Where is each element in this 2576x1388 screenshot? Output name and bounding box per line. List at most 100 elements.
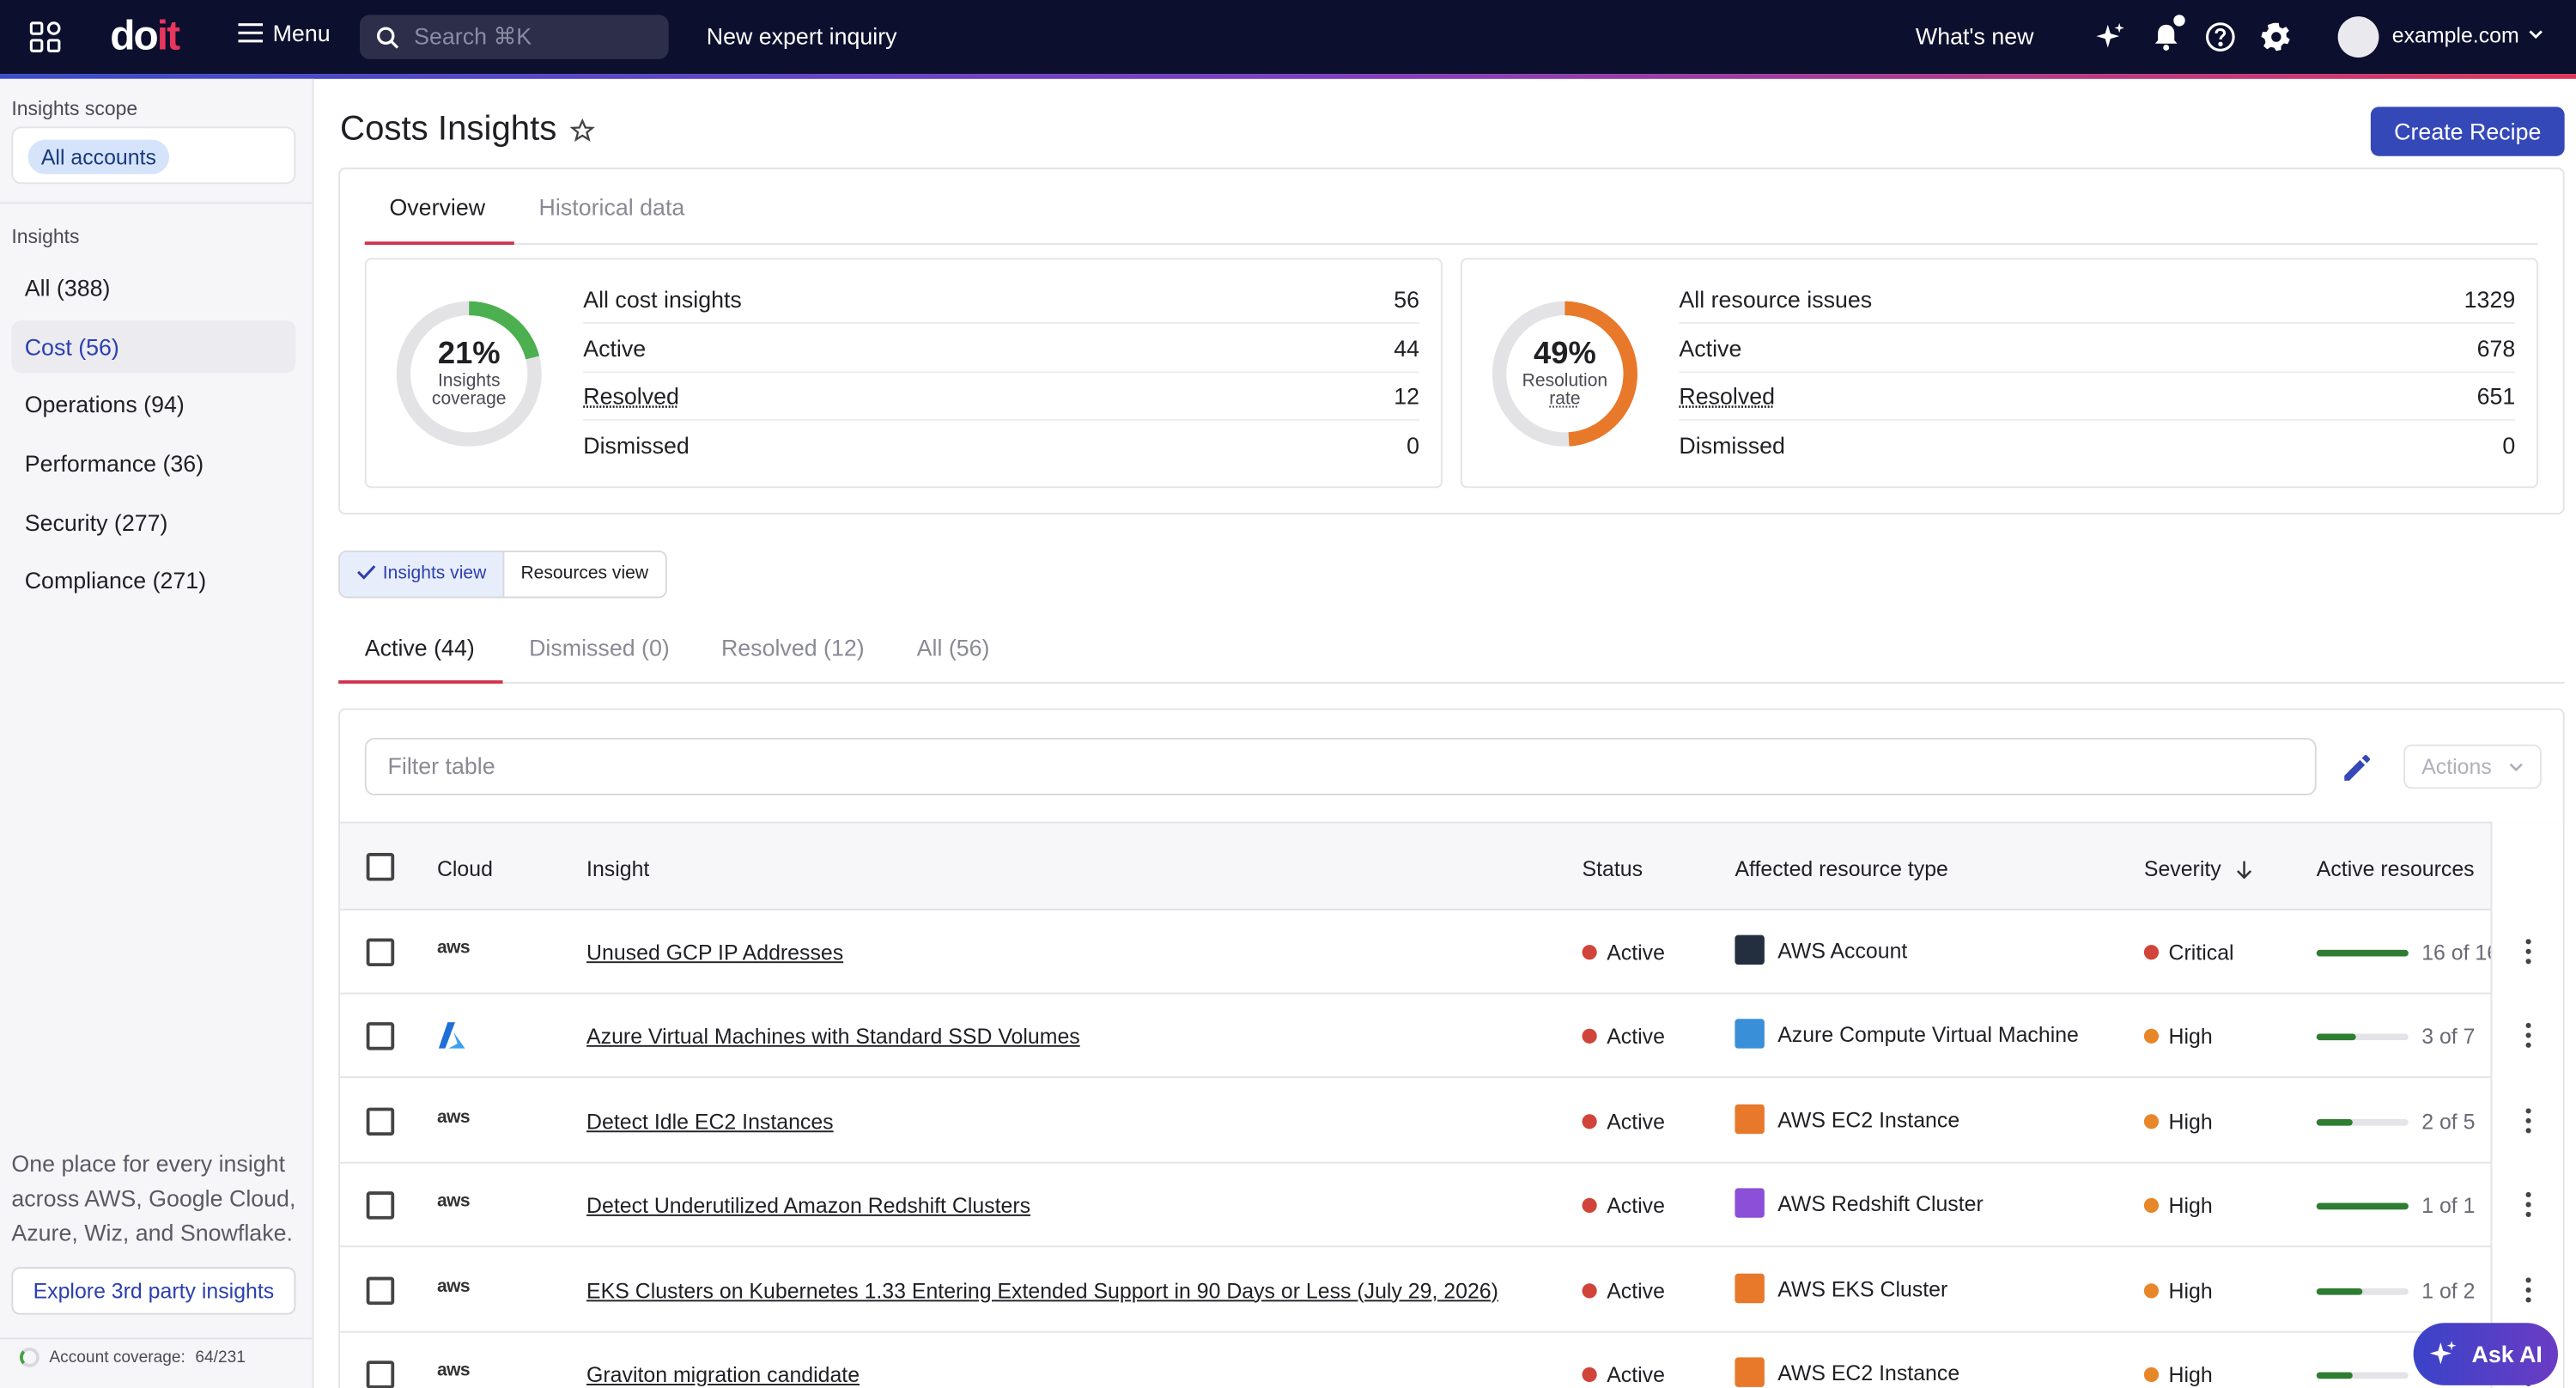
- tab-active[interactable]: Active (44): [365, 635, 475, 661]
- insights-table-card: Filter table Actions Cloud Insight Statu…: [338, 709, 2565, 1388]
- col-cloud[interactable]: Cloud: [437, 856, 493, 881]
- stat-row: All resource issues 1329: [1679, 276, 2515, 323]
- tab-resolved[interactable]: Resolved (12): [721, 635, 865, 661]
- sparkle-icon[interactable]: [2094, 21, 2125, 52]
- insights-view-button[interactable]: Insights view: [340, 552, 504, 597]
- help-icon[interactable]: [2205, 21, 2236, 52]
- row-checkbox[interactable]: [367, 1023, 395, 1051]
- ec2-icon: [1735, 1357, 1764, 1386]
- stat-row: All cost insights 56: [583, 276, 1419, 323]
- azure-logo-icon: [437, 1021, 466, 1050]
- new-expert-inquiry-link[interactable]: New expert inquiry: [707, 23, 897, 50]
- ec2-icon: [1735, 1104, 1764, 1133]
- resource-type-cell: AWS EKS Cluster: [1735, 1273, 1947, 1302]
- row-checkbox[interactable]: [367, 1361, 395, 1388]
- actions-dropdown[interactable]: Actions: [2403, 745, 2542, 789]
- cloud-cell: [437, 1021, 466, 1056]
- row-checkbox[interactable]: [367, 1276, 395, 1305]
- table-row[interactable]: Azure Virtual Machines with Standard SSD…: [340, 995, 2565, 1079]
- active-resources-bar: [2317, 1119, 2409, 1126]
- table-row[interactable]: aws Unused GCP IP Addresses Active AWS Acco…: [340, 910, 2565, 995]
- coverage-value: 64/231: [195, 1348, 246, 1367]
- topbar-accent-stripe: [0, 74, 2576, 79]
- apps-grid-icon[interactable]: [29, 21, 60, 52]
- insight-link[interactable]: Detect Idle EC2 Instances: [586, 1109, 834, 1134]
- sidebar-item-operations[interactable]: Operations (94): [11, 378, 295, 430]
- insight-link[interactable]: Azure Virtual Machines with Standard SSD…: [586, 1025, 1080, 1050]
- tab-dismissed[interactable]: Dismissed (0): [529, 635, 670, 661]
- create-recipe-button[interactable]: Create Recipe: [2371, 107, 2565, 155]
- search-icon: [376, 26, 399, 49]
- insights-scope-selector[interactable]: All accounts: [11, 126, 295, 184]
- status-dot: [1583, 1283, 1597, 1298]
- cloud-cell: aws: [437, 1355, 470, 1380]
- stat-value: 44: [1394, 335, 1419, 362]
- insight-link[interactable]: Unused GCP IP Addresses: [586, 940, 843, 965]
- insight-link[interactable]: EKS Clusters on Kubernetes 1.33 Entering…: [586, 1278, 1498, 1303]
- row-checkbox[interactable]: [367, 1107, 395, 1135]
- resource-type-label: AWS Account: [1777, 938, 1907, 963]
- table-row[interactable]: aws Detect Underutilized Amazon Redshift …: [340, 1164, 2565, 1248]
- severity-dot: [2144, 1029, 2159, 1044]
- menu-button[interactable]: Menu: [238, 20, 330, 46]
- resolution-caption: Resolution rate: [1487, 373, 1643, 409]
- sidebar-item-cost[interactable]: Cost (56): [11, 320, 295, 373]
- explore-third-party-button[interactable]: Explore 3rd party insights: [11, 1267, 295, 1314]
- select-all-checkbox[interactable]: [367, 853, 395, 881]
- chevron-down-icon[interactable]: [2527, 25, 2545, 43]
- insight-link[interactable]: Detect Underutilized Amazon Redshift Clu…: [586, 1193, 1030, 1218]
- col-active-resources[interactable]: Active resources: [2317, 856, 2475, 881]
- stat-value: 651: [2477, 383, 2516, 410]
- filter-table-input[interactable]: Filter table: [365, 738, 2317, 795]
- cloud-cell: aws: [437, 1102, 470, 1127]
- sidebar-item-all[interactable]: All (388): [11, 261, 295, 314]
- table-row[interactable]: aws Detect Idle EC2 Instances Active AWS EC…: [340, 1080, 2565, 1164]
- status-cell: Active: [1583, 940, 1665, 965]
- row-checkbox[interactable]: [367, 938, 395, 966]
- scope-chip[interactable]: All accounts: [28, 140, 170, 174]
- tab-all[interactable]: All (56): [917, 635, 990, 661]
- table-row[interactable]: aws Graviton migration candidate Active AWS…: [340, 1333, 2565, 1388]
- more-options-icon[interactable]: [2525, 938, 2532, 965]
- search-input[interactable]: Search ⌘K: [360, 15, 669, 59]
- col-severity[interactable]: Severity: [2144, 856, 2253, 881]
- resolution-caption-line2: rate: [1549, 389, 1580, 409]
- doit-logo[interactable]: doit: [110, 13, 179, 60]
- severity-cell: High: [2144, 1278, 2213, 1303]
- col-insight[interactable]: Insight: [586, 856, 649, 881]
- more-options-icon[interactable]: [2525, 1276, 2532, 1303]
- page-title: Costs Insights: [340, 110, 556, 149]
- row-checkbox[interactable]: [367, 1192, 395, 1221]
- stat-label-resolved[interactable]: Resolved: [583, 383, 679, 410]
- resources-view-button[interactable]: Resources view: [504, 552, 665, 597]
- more-options-icon[interactable]: [2525, 1107, 2532, 1134]
- severity-dot: [2144, 1114, 2159, 1129]
- insight-link[interactable]: Graviton migration candidate: [586, 1362, 860, 1387]
- star-icon[interactable]: [570, 119, 595, 143]
- notification-dot: [2173, 15, 2184, 26]
- avatar[interactable]: [2338, 16, 2379, 58]
- sort-down-icon[interactable]: [2233, 860, 2253, 880]
- more-options-icon[interactable]: [2525, 1023, 2532, 1050]
- sidebar-item-compliance[interactable]: Compliance (271): [11, 554, 295, 606]
- coverage-caption: Insights coverage: [391, 373, 547, 409]
- whats-new-link[interactable]: What's new: [1916, 23, 2034, 50]
- col-resource-type[interactable]: Affected resource type: [1735, 856, 1947, 881]
- ask-ai-button[interactable]: Ask AI: [2414, 1323, 2558, 1385]
- active-resources-fill: [2317, 950, 2409, 957]
- gear-icon[interactable]: [2261, 21, 2292, 52]
- sidebar-item-security[interactable]: Security (277): [11, 496, 295, 549]
- stat-label-resolved[interactable]: Resolved: [1679, 383, 1775, 410]
- sidebar-item-performance[interactable]: Performance (36): [11, 437, 295, 490]
- chevron-down-icon: [2509, 759, 2524, 774]
- col-status[interactable]: Status: [1583, 856, 1643, 881]
- resource-type-label: Azure Compute Virtual Machine: [1777, 1023, 2079, 1048]
- more-options-icon[interactable]: [2525, 1192, 2532, 1219]
- severity-label: Critical: [2169, 940, 2234, 965]
- tab-overview[interactable]: Overview: [389, 194, 485, 221]
- pencil-icon[interactable]: [2341, 752, 2372, 783]
- table-row[interactable]: aws EKS Clusters on Kubernetes 1.33 Enter…: [340, 1248, 2565, 1332]
- account-name[interactable]: example.com: [2392, 23, 2519, 48]
- tab-historical-data[interactable]: Historical data: [539, 194, 685, 221]
- resource-type-cell: AWS EC2 Instance: [1735, 1357, 1959, 1386]
